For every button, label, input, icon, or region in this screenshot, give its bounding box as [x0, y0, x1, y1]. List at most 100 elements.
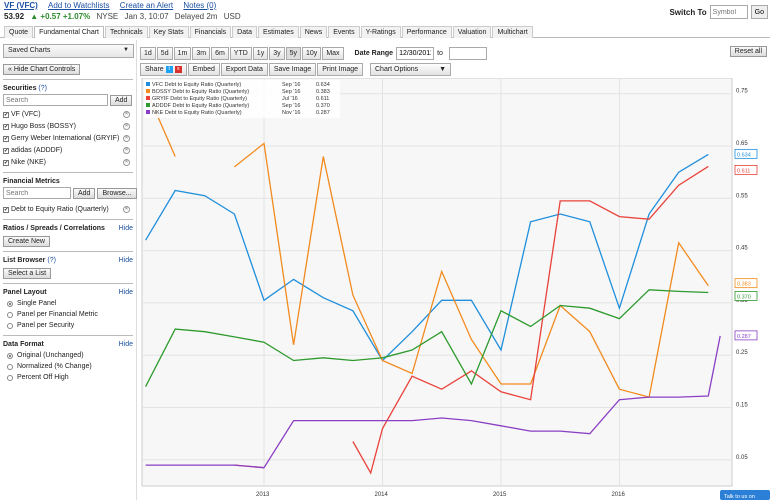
tab-data[interactable]: Data [232, 26, 257, 38]
go-button[interactable]: Go [750, 5, 768, 19]
delay-note: Delayed 2m [174, 12, 218, 21]
legend-value: 0.634 [316, 82, 330, 88]
legend-series-name: ADDDF Debt to Equity Ratio (Quarterly) [152, 103, 249, 109]
remove-icon[interactable]: ✕ [123, 206, 130, 213]
checkbox-icon[interactable]: ✔ [3, 206, 9, 213]
range-5y[interactable]: 5y [285, 46, 302, 60]
tab-valuation[interactable]: Valuation [452, 26, 492, 38]
hide-format-link[interactable]: Hide [119, 341, 133, 348]
legend-value: 0.611 [316, 96, 329, 102]
add-security-button[interactable]: Add [110, 94, 133, 106]
radio-icon[interactable] [7, 363, 13, 370]
select-list-button[interactable]: Select a List [3, 268, 52, 279]
panel-option[interactable]: Single Panel [7, 298, 133, 309]
plot-background [141, 77, 733, 487]
securities-search-input[interactable] [3, 94, 108, 106]
range-1y[interactable]: 1y [252, 46, 269, 60]
legend-value: 0.370 [316, 103, 330, 109]
range-1d[interactable]: 1d [140, 46, 156, 60]
stumble-icon[interactable]: s [174, 66, 182, 73]
notes-link[interactable]: Notes (0) [183, 1, 216, 10]
tab-news[interactable]: News [299, 26, 328, 38]
twitter-icon[interactable]: t [165, 66, 173, 73]
remove-icon[interactable]: ✕ [123, 111, 130, 118]
radio-icon[interactable] [7, 374, 13, 381]
hide-ratios-link[interactable]: Hide [119, 225, 133, 232]
export-data-button[interactable]: Export Data [220, 63, 268, 76]
hide-list-link[interactable]: Hide [119, 257, 133, 264]
format-option[interactable]: Percent Off High [7, 372, 133, 383]
y-tick-label: 0.65 [736, 141, 748, 147]
radio-selected-icon[interactable] [7, 300, 13, 307]
create-new-button[interactable]: Create New [3, 236, 50, 247]
reset-all-button[interactable]: Reset all [729, 46, 767, 57]
security-item[interactable]: ✔ Nike (NKE) ✕ [3, 157, 133, 168]
checkbox-icon[interactable]: ✔ [3, 111, 9, 118]
browse-button[interactable]: Browse... [97, 187, 137, 199]
range-max[interactable]: Max [322, 46, 344, 60]
add-metric-button[interactable]: Add [73, 187, 96, 199]
tab-events[interactable]: Events [328, 26, 360, 38]
panel-option[interactable]: Panel per Security [7, 320, 133, 331]
legend-swatch [146, 96, 150, 100]
radio-icon[interactable] [7, 311, 13, 318]
range-3y[interactable]: 3y [269, 46, 285, 60]
range-ytd[interactable]: YTD [229, 46, 252, 60]
date-from-input[interactable] [396, 46, 435, 60]
range-3m[interactable]: 3m [192, 46, 211, 60]
financial-metrics-heading: Financial Metrics [3, 178, 60, 185]
format-option[interactable]: Original (Unchanged) [7, 350, 133, 361]
remove-icon[interactable]: ✕ [123, 147, 130, 154]
symbol-link[interactable]: VF (VFC) [4, 1, 38, 10]
embed-button[interactable]: Embed [187, 63, 220, 76]
securities-list: ✔ VF (VFC) ✕ ✔ Hugo Boss (BOSSY) ✕ ✔ Gerry We… [3, 109, 133, 168]
range-6m[interactable]: 6m [211, 46, 229, 60]
checkbox-icon[interactable]: ✔ [3, 123, 9, 130]
y-tick-label: 0.15 [736, 403, 748, 409]
help-link[interactable]: (?) [38, 85, 47, 92]
range-5d[interactable]: 5d [156, 46, 173, 60]
print-image-button[interactable]: Print Image [317, 63, 363, 76]
range-1m[interactable]: 1m [173, 46, 192, 60]
panel-option[interactable]: Panel per Financial Metric [7, 309, 133, 320]
symbol-input[interactable] [709, 5, 748, 19]
y-tick-label: 0.45 [736, 246, 748, 252]
hide-chart-controls-button[interactable]: « Hide Chart Controls [3, 64, 81, 75]
share-button[interactable]: Share t s [140, 63, 187, 76]
metrics-search-input[interactable] [3, 187, 71, 199]
checkbox-icon[interactable]: ✔ [3, 159, 9, 166]
security-item[interactable]: ✔ adidas (ADDDF) ✕ [3, 145, 133, 156]
tab-technicals[interactable]: Technicals [105, 26, 148, 38]
tab-estimates[interactable]: Estimates [257, 26, 299, 38]
checkbox-icon[interactable]: ✔ [3, 135, 9, 142]
help-link[interactable]: (?) [47, 257, 56, 264]
chart-options-dropdown[interactable]: Chart Options ▼ [370, 63, 451, 76]
tab-multichart[interactable]: Multichart [492, 26, 533, 38]
tab-key-stats[interactable]: Key Stats [148, 26, 189, 38]
radio-icon[interactable] [7, 322, 13, 329]
date-to-input[interactable] [448, 46, 487, 60]
hide-panel-link[interactable]: Hide [119, 289, 133, 296]
tab-financials[interactable]: Financials [189, 26, 232, 38]
format-option[interactable]: Normalized (% Change) [7, 361, 133, 372]
tab-fundamental-chart[interactable]: Fundamental Chart [34, 26, 104, 38]
range-10y[interactable]: 10y [302, 46, 322, 60]
remove-icon[interactable]: ✕ [123, 123, 130, 130]
remove-icon[interactable]: ✕ [123, 135, 130, 142]
security-item[interactable]: ✔ Hugo Boss (BOSSY) ✕ [3, 121, 133, 132]
tab-performance[interactable]: Performance [401, 26, 452, 38]
tab-quote[interactable]: Quote [4, 26, 34, 38]
remove-icon[interactable]: ✕ [123, 159, 130, 166]
create-alert-link[interactable]: Create an Alert [120, 1, 173, 10]
save-image-button[interactable]: Save Image [268, 63, 317, 76]
line-chart[interactable]: 0.750.650.550.450.350.250.150.052013 2014… [140, 77, 770, 500]
checkbox-icon[interactable]: ✔ [3, 147, 9, 154]
add-watchlist-link[interactable]: Add to Watchlists [48, 1, 110, 10]
saved-charts-dropdown[interactable]: Saved Charts ▼ [3, 44, 134, 58]
security-item[interactable]: ✔ Gerry Weber International (GRYIF) ✕ [3, 133, 133, 144]
securities-heading: Securities (?) [3, 85, 47, 92]
tab-y-ratings[interactable]: Y-Ratings [360, 26, 401, 38]
security-item[interactable]: ✔ VF (VFC) ✕ [3, 109, 133, 120]
metric-item[interactable]: ✔ Debt to Equity Ratio (Quarterly) ✕ [3, 204, 133, 215]
radio-selected-icon[interactable] [7, 352, 13, 359]
